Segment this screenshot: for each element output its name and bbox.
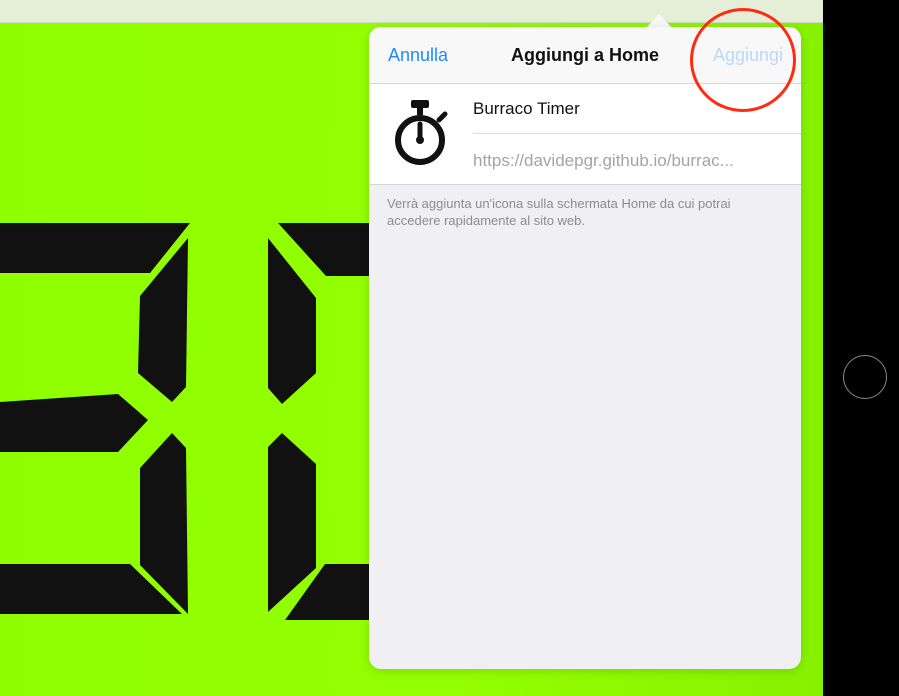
url-label: https://davidepgr.github.io/burrac... xyxy=(473,151,734,170)
segment-f-right xyxy=(268,238,316,404)
add-to-home-popover: Annulla Aggiungi a Home Aggiungi Burraco… xyxy=(369,27,801,669)
highlight-annotation-circle xyxy=(690,8,796,112)
app-name-field[interactable]: Burraco Timer xyxy=(473,99,580,119)
home-button[interactable] xyxy=(843,355,887,399)
popover-arrow xyxy=(646,14,672,28)
segment-e-right xyxy=(268,433,316,612)
ipad-bezel xyxy=(823,0,899,696)
stopwatch-icon xyxy=(395,100,448,165)
info-text: Verrà aggiunta un'icona sulla schermata … xyxy=(387,196,731,228)
field-separator xyxy=(473,133,801,134)
segment-g-left xyxy=(0,394,148,452)
segment-a-left xyxy=(0,223,190,273)
